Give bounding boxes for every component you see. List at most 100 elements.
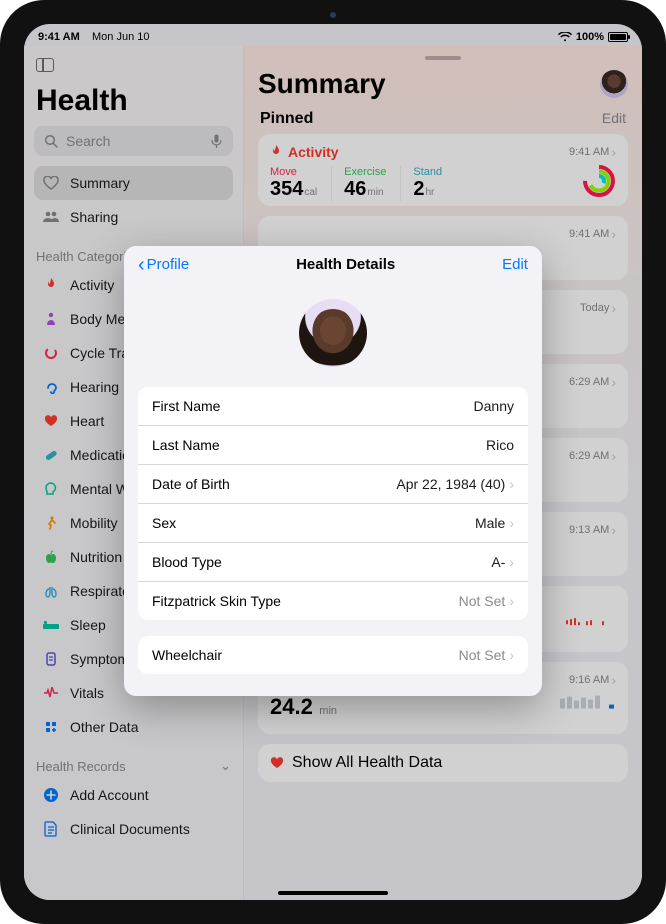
chevron-right-icon: › [611, 672, 616, 688]
row-value: A-› [491, 554, 514, 570]
row-label: Fitzpatrick Skin Type [152, 593, 281, 609]
show-all-health-data[interactable]: Show All Health Data [258, 744, 628, 782]
sidebar-item-other-data[interactable]: Other Data [34, 710, 233, 744]
multitask-handle[interactable] [425, 56, 461, 60]
category-icon [42, 480, 60, 498]
row-fitzpatrick-skin-type[interactable]: Fitzpatrick Skin TypeNot Set› [138, 582, 528, 620]
card-time: 9:41 AM› [569, 226, 616, 242]
sidebar-item-summary[interactable]: Summary [34, 166, 233, 200]
card-time: 6:29 AM› [569, 448, 616, 464]
row-value: Not Set › [459, 647, 514, 663]
sidebar-label: Activity [70, 277, 114, 293]
section-label: Health Records [36, 759, 126, 774]
row-value: Danny [474, 398, 514, 414]
search-placeholder: Search [66, 133, 110, 149]
category-icon [42, 310, 60, 328]
sidebar-toggle-icon[interactable] [36, 58, 54, 72]
document-icon [42, 820, 60, 838]
summary-title: Summary [258, 68, 386, 100]
category-icon [42, 650, 60, 668]
sidebar-label: Other Data [70, 719, 138, 735]
row-label: Blood Type [152, 554, 222, 570]
pinned-edit-button[interactable]: Edit [602, 110, 626, 126]
sparkline-icon [566, 614, 616, 630]
row-date-of-birth[interactable]: Date of BirthApr 22, 1984 (40)› [138, 465, 528, 504]
app-title: Health [36, 84, 233, 118]
daylight-value: 24.2 [270, 694, 313, 719]
daylight-unit: min [319, 705, 337, 717]
row-value: Male› [475, 515, 514, 531]
chevron-right-icon: › [509, 647, 514, 663]
row-label: Wheelchair [152, 647, 222, 663]
sidebar-label: Sleep [70, 617, 106, 633]
chevron-right-icon: › [611, 300, 616, 316]
back-label: Profile [147, 256, 190, 273]
search-field[interactable]: Search [34, 126, 233, 156]
sidebar-label: Heart [70, 413, 104, 429]
category-icon [42, 344, 60, 362]
home-indicator[interactable] [278, 891, 388, 895]
chevron-right-icon: › [509, 515, 514, 531]
row-value: Rico [486, 437, 514, 453]
chevron-right-icon: › [611, 144, 616, 160]
chevron-right-icon: › [611, 374, 616, 390]
people-icon [42, 208, 60, 226]
sidebar-label: Add Account [70, 787, 149, 803]
heart-icon [42, 174, 60, 192]
chevron-right-icon: › [509, 476, 514, 492]
category-icon [42, 548, 60, 566]
wheelchair-group: Wheelchair Not Set › [138, 636, 528, 674]
category-icon [42, 616, 60, 634]
category-icon [42, 718, 60, 736]
activity-stand: Stand 2hr [400, 166, 442, 201]
bar-chart-icon [560, 693, 616, 711]
sidebar-item-clinical-docs[interactable]: Clinical Documents [34, 812, 233, 846]
activity-move: Move 354cal [270, 166, 317, 201]
sidebar-label: Sharing [70, 209, 118, 225]
chevron-left-icon: ‹ [138, 258, 145, 272]
category-icon [42, 378, 60, 396]
show-all-label: Show All Health Data [292, 754, 442, 772]
category-icon [42, 514, 60, 532]
profile-avatar-large[interactable] [299, 299, 367, 367]
edit-button[interactable]: Edit [502, 256, 528, 273]
status-left: 9:41 AM Mon Jun 10 [38, 31, 150, 43]
row-sex[interactable]: Sex Male› [138, 504, 528, 543]
card-activity[interactable]: Activity 9:41 AM › Move 354cal [258, 134, 628, 206]
chevron-right-icon: › [611, 448, 616, 464]
sidebar-label: Summary [70, 175, 130, 191]
sidebar-label: Hearing [70, 379, 119, 395]
status-right: 100% [558, 31, 628, 43]
search-icon [42, 132, 60, 150]
status-time: 9:41 AM [38, 31, 80, 43]
sidebar-item-sharing[interactable]: Sharing [34, 200, 233, 234]
activity-rings-icon [582, 164, 616, 198]
health-details-sheet: ‹ Profile Health Details Edit First Name… [124, 246, 542, 696]
chevron-right-icon: › [509, 593, 514, 609]
sidebar-label: Vitals [70, 685, 104, 701]
status-bar: 9:41 AM Mon Jun 10 100% [24, 24, 642, 46]
back-button[interactable]: ‹ Profile [138, 256, 189, 273]
pinned-label: Pinned [260, 110, 313, 128]
row-label: Last Name [152, 437, 220, 453]
sidebar-label: Clinical Documents [70, 821, 190, 837]
chevron-down-icon: ⌄ [220, 758, 231, 774]
row-label: Sex [152, 515, 176, 531]
mic-icon[interactable] [207, 132, 225, 150]
category-icon [42, 582, 60, 600]
card-time: 6:29 AM› [569, 374, 616, 390]
sidebar-section-records[interactable]: Health Records ⌄ [36, 758, 231, 774]
sheet-title: Health Details [296, 256, 395, 273]
category-icon [42, 684, 60, 702]
sidebar-item-add-account[interactable]: Add Account [34, 778, 233, 812]
status-date: Mon Jun 10 [92, 31, 149, 43]
row-blood-type[interactable]: Blood Type A-› [138, 543, 528, 582]
row-wheelchair[interactable]: Wheelchair Not Set › [138, 636, 528, 674]
activity-exercise: Exercise 46min [331, 166, 386, 201]
battery-pct: 100% [576, 31, 604, 43]
card-time: 9:41 AM › [569, 144, 616, 160]
sidebar-label: Mobility [70, 515, 117, 531]
card-time: 9:13 AM› [569, 522, 616, 538]
profile-avatar[interactable] [600, 70, 628, 98]
flame-icon [270, 145, 282, 159]
